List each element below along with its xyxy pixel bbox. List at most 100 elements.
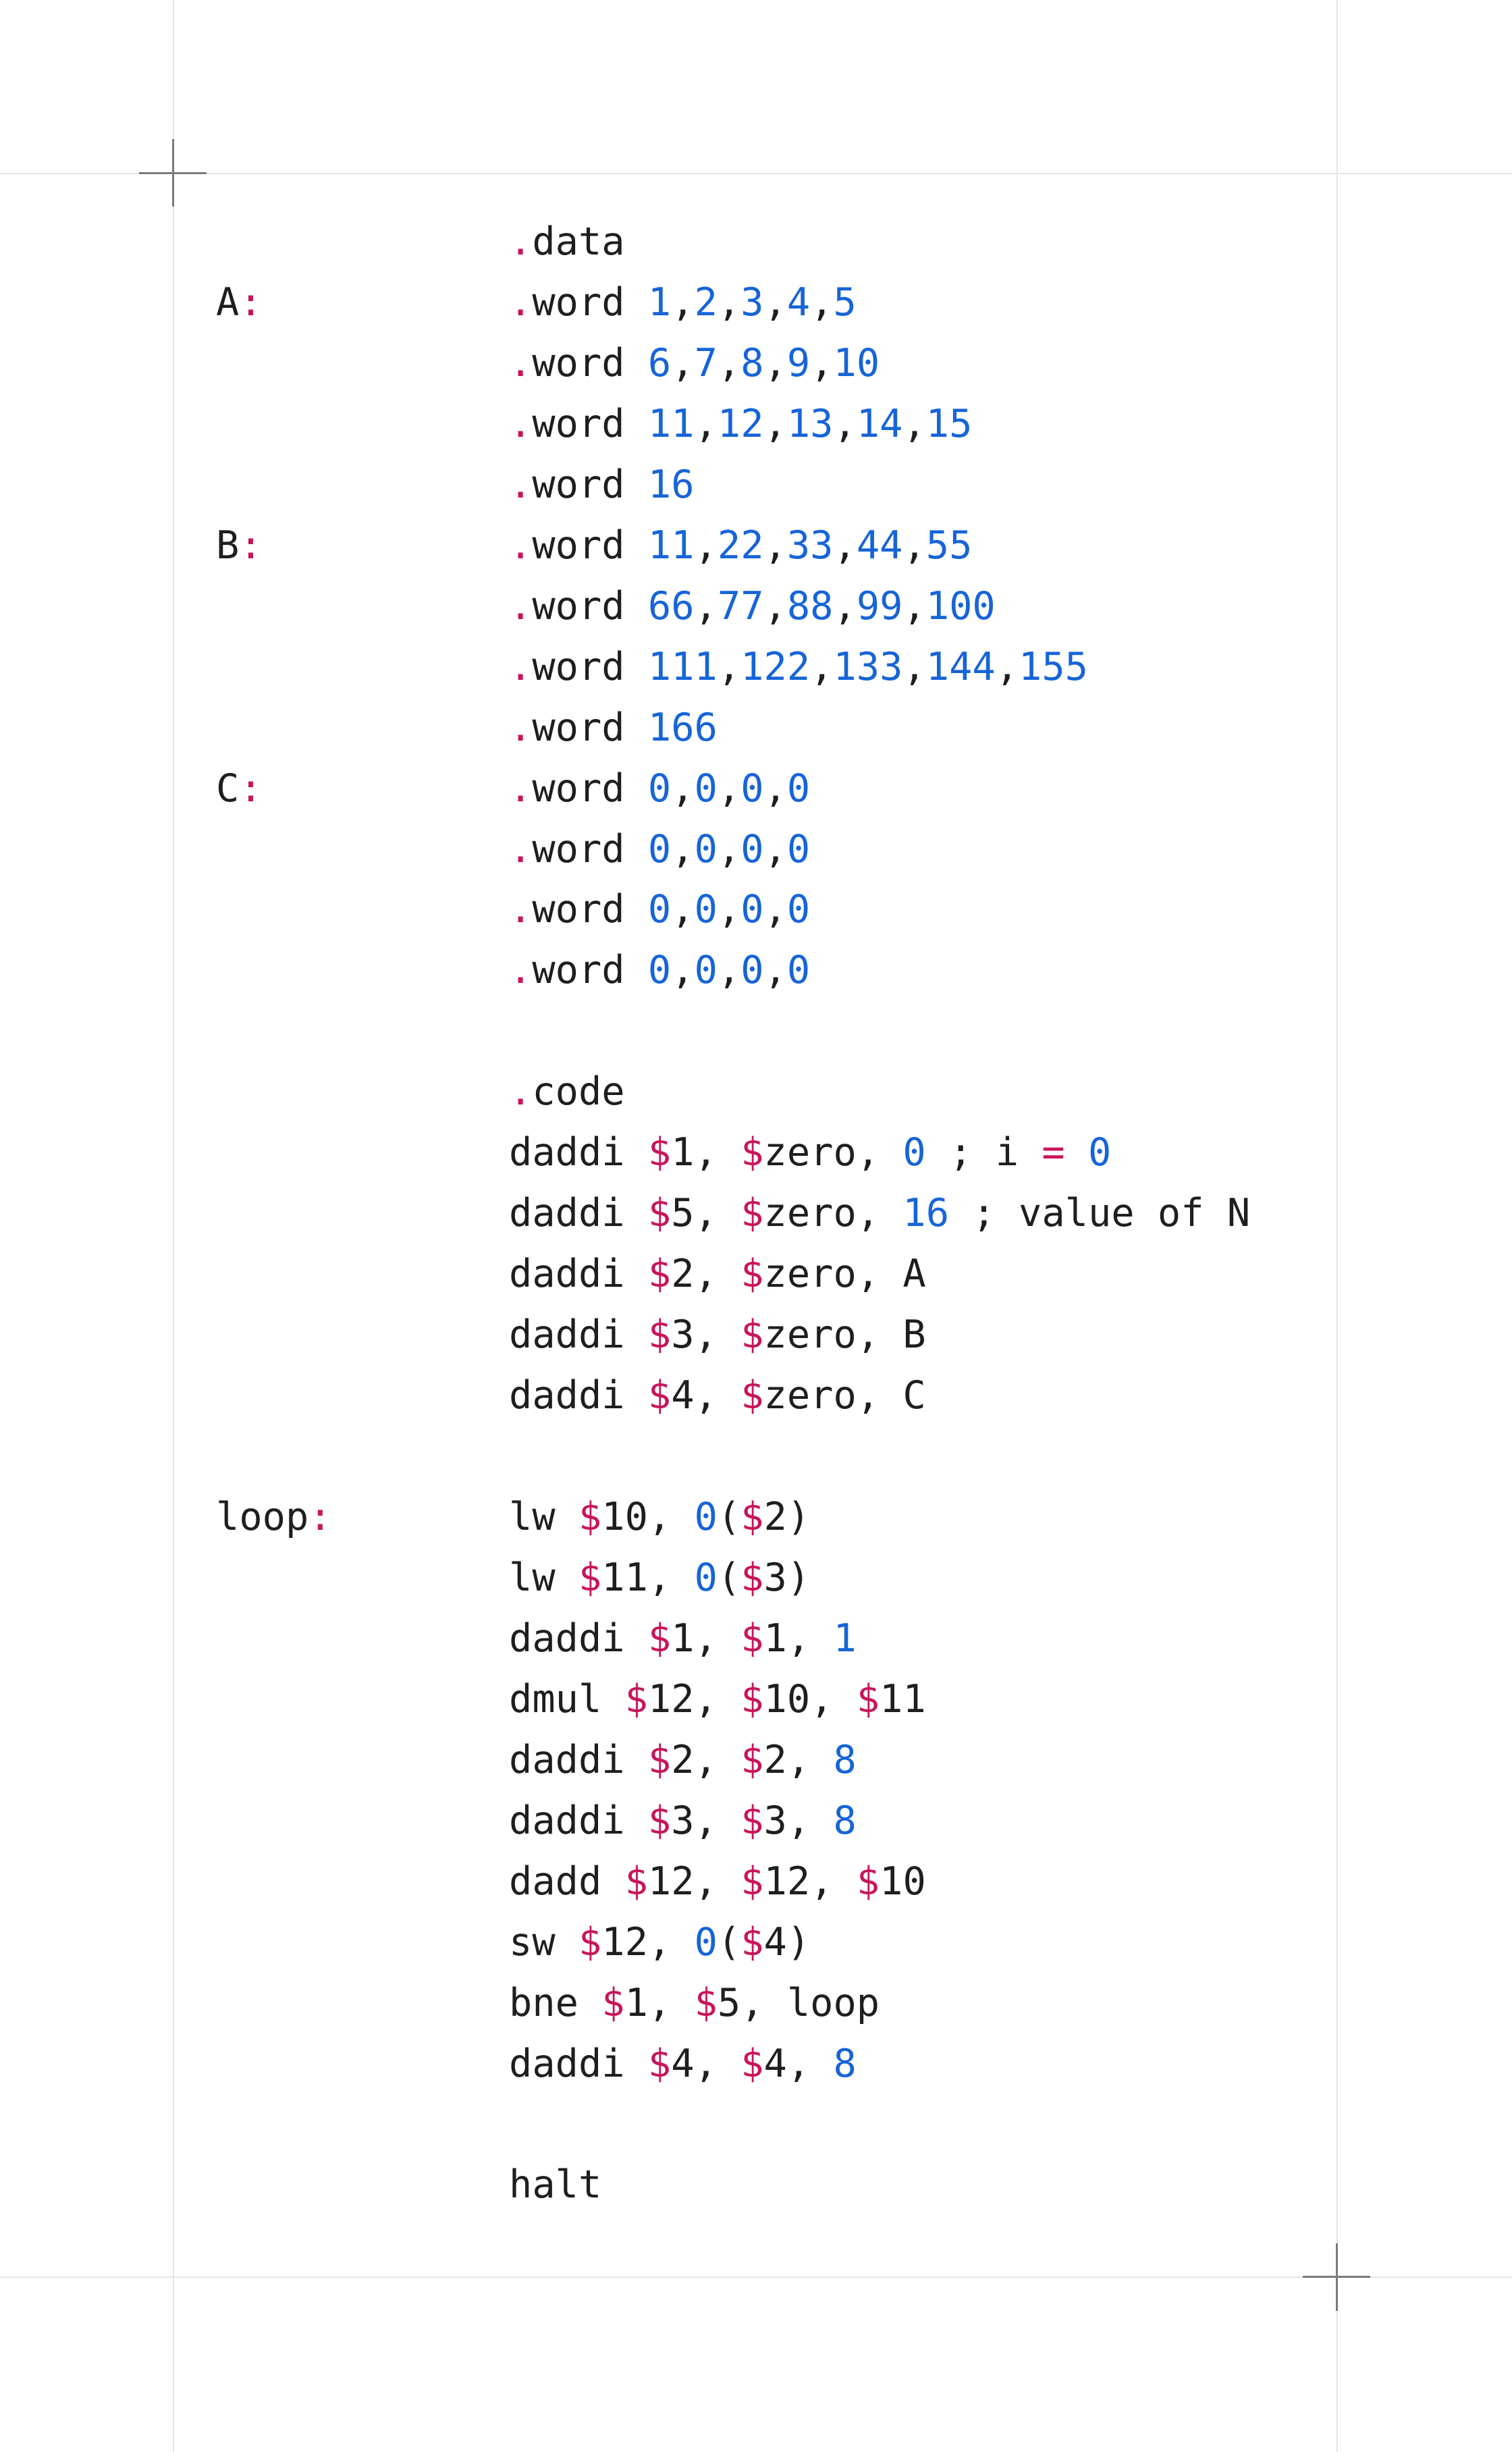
symbol-token: $ xyxy=(647,1252,672,1296)
symbol-token: $ xyxy=(647,1738,672,1782)
number-token: 0 xyxy=(740,766,764,811)
code-token: , xyxy=(833,584,857,629)
code-token: 4, xyxy=(671,1373,741,1418)
code-token: lw xyxy=(509,1495,578,1539)
code-token: 1, xyxy=(671,1130,741,1175)
code-instruction: sw $12, 0($4) xyxy=(509,1915,810,1969)
code-token: 4, xyxy=(671,2042,741,2086)
code-instruction: daddi $2, $2, 8 xyxy=(509,1733,857,1787)
code-token: A xyxy=(216,280,240,325)
number-token: 16 xyxy=(902,1191,950,1235)
code-token: 2, xyxy=(763,1738,834,1782)
code-token: word xyxy=(532,584,648,629)
number-token: 10 xyxy=(833,341,880,385)
code-token: , xyxy=(763,341,787,385)
number-token: 88 xyxy=(786,584,834,629)
code-token: word xyxy=(532,645,648,689)
number-token: 9 xyxy=(786,341,811,385)
code-token: , xyxy=(694,584,718,629)
code-token: word xyxy=(532,523,648,568)
code-token: 4) xyxy=(763,1920,811,1965)
symbol-token: $ xyxy=(578,1555,602,1600)
code-token: 10 xyxy=(880,1859,926,1904)
code-label: C: xyxy=(216,762,263,816)
symbol-token: $ xyxy=(694,1981,718,2025)
code-instruction: daddi $3, $zero, B xyxy=(509,1308,926,1362)
code-instruction: .word 66,77,88,99,100 xyxy=(509,579,996,633)
number-token: 0 xyxy=(694,827,718,872)
code-instruction: lw $11, 0($3) xyxy=(509,1551,810,1605)
code-instruction: .word 16 xyxy=(509,458,695,512)
number-token: 0 xyxy=(786,887,811,932)
code-token: 1, xyxy=(763,1616,834,1661)
code-token: , xyxy=(763,584,787,629)
number-token: 15 xyxy=(925,402,973,446)
number-token: 22 xyxy=(717,523,764,568)
code-instruction: daddi $4, $zero, C xyxy=(509,1368,926,1422)
code-token: , xyxy=(671,948,695,992)
symbol-token: $ xyxy=(647,1616,672,1661)
code-token: 5, loop xyxy=(717,1981,880,2025)
number-token: 0 xyxy=(694,887,718,932)
symbol-token: $ xyxy=(740,1252,764,1296)
code-token: , xyxy=(902,584,926,629)
symbol-token: $ xyxy=(740,1495,764,1539)
code-token: code xyxy=(532,1069,625,1114)
symbol-token: . xyxy=(509,402,533,446)
code-token: , xyxy=(902,402,926,446)
number-token: 13 xyxy=(786,402,834,446)
symbol-token: $ xyxy=(647,1373,672,1418)
code-instruction: .word 0,0,0,0 xyxy=(509,882,810,936)
number-token: 6 xyxy=(647,341,672,385)
symbol-token: . xyxy=(509,705,533,750)
code-token: 11, xyxy=(601,1555,695,1600)
code-token: , xyxy=(717,280,741,325)
code-token: daddi xyxy=(509,2042,648,2086)
symbol-token: . xyxy=(509,766,533,811)
symbol-token: $ xyxy=(647,1191,672,1235)
symbol-token: : xyxy=(239,766,263,811)
number-token: 122 xyxy=(740,645,811,689)
code-instruction: daddi $2, $zero, A xyxy=(509,1247,926,1301)
code-token: daddi xyxy=(509,1130,648,1175)
code-token: bne xyxy=(509,1981,602,2025)
code-token: , xyxy=(671,887,695,932)
code-token: daddi xyxy=(509,1373,648,1418)
number-token: 1 xyxy=(647,280,672,325)
number-token: 0 xyxy=(647,827,672,872)
number-token: 8 xyxy=(833,2042,857,2086)
symbol-token: . xyxy=(509,948,533,992)
symbol-token: = xyxy=(1042,1130,1065,1175)
number-token: 11 xyxy=(647,402,695,446)
symbol-token: $ xyxy=(740,1798,764,1843)
code-token: , xyxy=(671,827,695,872)
code-token: 10, xyxy=(763,1677,857,1722)
code-token: 2, xyxy=(671,1252,741,1296)
code-token: 10, xyxy=(601,1495,695,1539)
symbol-token: $ xyxy=(647,1312,672,1357)
code-instruction: daddi $1, $1, 1 xyxy=(509,1611,857,1665)
code-token: , xyxy=(717,948,741,992)
code-token: , xyxy=(833,523,857,568)
symbol-token: . xyxy=(509,280,533,325)
code-token: 12, xyxy=(647,1677,741,1722)
number-token: 0 xyxy=(647,887,672,932)
symbol-token: $ xyxy=(740,1555,764,1600)
symbol-token: $ xyxy=(740,1738,764,1782)
code-token: word xyxy=(532,402,648,446)
symbol-token: $ xyxy=(740,1312,764,1357)
symbol-token: $ xyxy=(624,1677,648,1722)
code-token: 12, xyxy=(647,1859,741,1904)
number-token: 8 xyxy=(833,1738,857,1782)
top-margin-guide xyxy=(0,173,1512,174)
code-token: daddi xyxy=(509,1191,648,1235)
code-token: , xyxy=(763,523,787,568)
code-token: 5, xyxy=(671,1191,741,1235)
number-token: 5 xyxy=(833,280,857,325)
code-instruction: .word 11,22,33,44,55 xyxy=(509,518,972,572)
code-instruction: daddi $4, $4, 8 xyxy=(509,2037,857,2091)
number-token: 155 xyxy=(1019,645,1088,689)
number-token: 7 xyxy=(694,341,718,385)
number-token: 0 xyxy=(694,948,718,992)
code-instruction: daddi $3, $3, 8 xyxy=(509,1794,857,1848)
